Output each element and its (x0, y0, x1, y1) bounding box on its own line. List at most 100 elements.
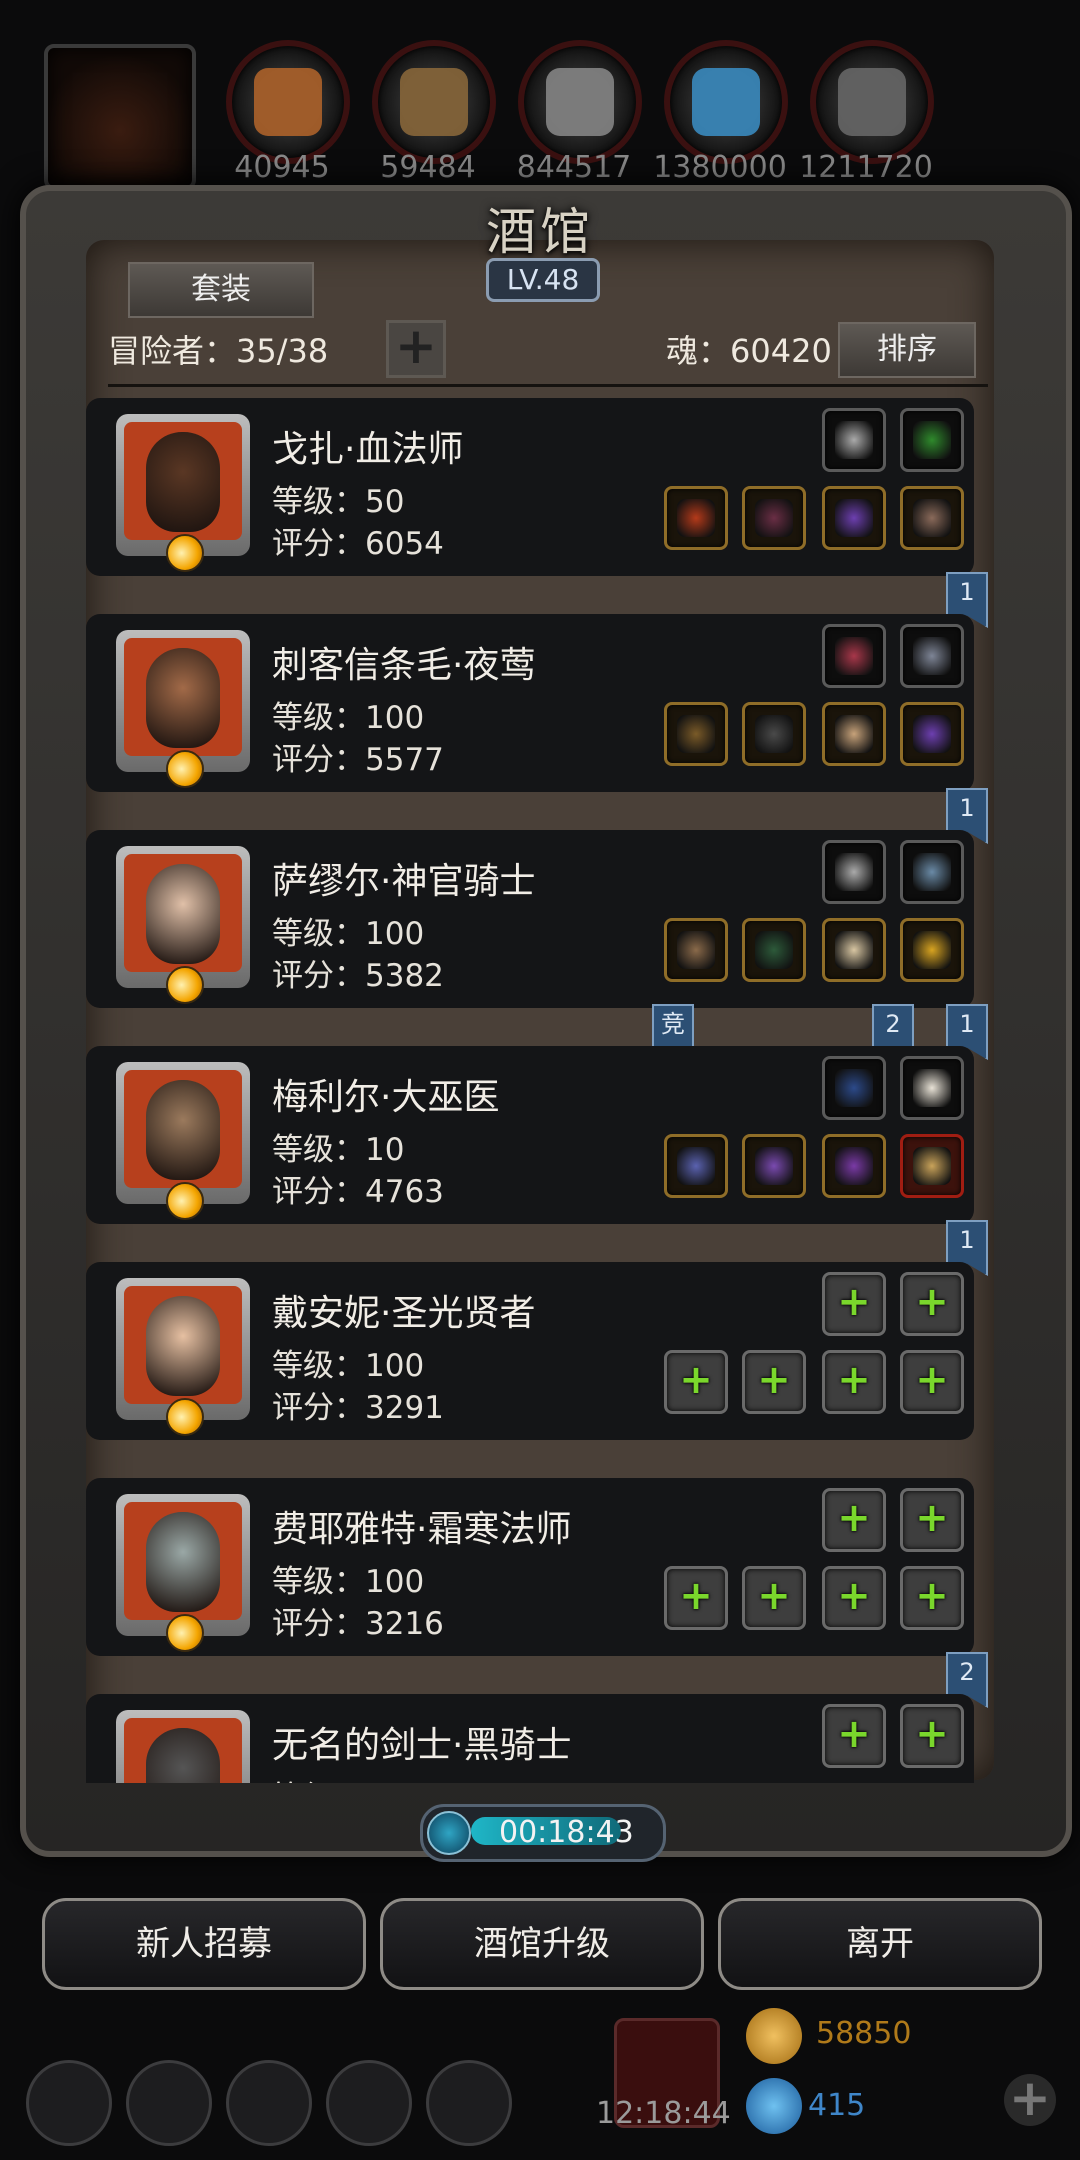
hero-portrait[interactable] (116, 1494, 250, 1652)
hero-level: 等级：10 (272, 1132, 405, 1168)
add-equipment-slot[interactable]: + (822, 1272, 886, 1336)
necklace-icon (913, 853, 951, 891)
equipment-slot[interactable] (900, 918, 964, 982)
hero-score: 评分：3216 (272, 1606, 444, 1642)
wood-icon (372, 40, 496, 164)
add-adventurer-slot-button[interactable]: + (386, 320, 446, 378)
equipment-slot[interactable] (900, 486, 964, 550)
upgrade-tavern-button[interactable]: 酒馆升级 (380, 1898, 704, 1990)
gold-ring-icon (913, 931, 951, 969)
whip-icon (835, 1069, 873, 1107)
equipment-slot[interactable] (900, 624, 964, 688)
add-currency-button[interactable]: + (1004, 2073, 1056, 2126)
equipment-slot[interactable] (900, 840, 964, 904)
equipment-slot[interactable] (664, 702, 728, 766)
hero-row[interactable]: 戴安妮·圣光贤者 等级：100 评分：3291 + + + + + + (86, 1262, 974, 1440)
gem-icon (746, 2078, 802, 2134)
hero-row[interactable]: 无名的剑士·黑骑士等级 + + (86, 1694, 974, 1783)
wand-icon (677, 1147, 715, 1185)
sword-icon (835, 1147, 873, 1185)
hero-score: 评分：5382 (272, 958, 444, 994)
settings-icon[interactable] (26, 2060, 112, 2146)
equipment-slot[interactable] (664, 918, 728, 982)
hero-row[interactable]: 戈扎·血法师 等级：50 评分：6054 (86, 398, 974, 576)
hero-row[interactable]: 萨缪尔·神官骑士 等级：100 评分：5382 (86, 830, 974, 1008)
add-equipment-slot[interactable]: + (742, 1350, 806, 1414)
mail-icon[interactable] (326, 2060, 412, 2146)
add-icon: + (679, 1357, 713, 1403)
equipment-slot[interactable] (900, 408, 964, 472)
equipment-slot[interactable] (742, 702, 806, 766)
recruit-button[interactable]: 新人招募 (42, 1898, 366, 1990)
food-icon (226, 40, 350, 164)
set-button[interactable]: 套装 (128, 262, 314, 318)
hero-portrait[interactable] (116, 1278, 250, 1436)
equipment-slot[interactable] (742, 918, 806, 982)
equipment-slot[interactable] (900, 1134, 964, 1198)
add-icon: + (837, 1279, 871, 1325)
ring-icon (835, 499, 873, 537)
hero-portrait[interactable] (116, 846, 250, 1004)
hero-portrait[interactable] (116, 1062, 250, 1220)
resource-value: 1380000 (653, 150, 787, 185)
add-equipment-slot[interactable]: + (900, 1566, 964, 1630)
hero-name: 萨缪尔·神官骑士 (272, 861, 536, 902)
equipment-slot[interactable] (822, 702, 886, 766)
boots-icon (835, 637, 873, 675)
hero-portrait[interactable] (116, 630, 250, 788)
equipment-slot[interactable] (742, 486, 806, 550)
equipment-slot[interactable] (900, 702, 964, 766)
add-icon: + (915, 1357, 949, 1403)
add-equipment-slot[interactable]: + (822, 1704, 886, 1768)
equipment-slot[interactable] (822, 1134, 886, 1198)
guild-icon[interactable] (426, 2060, 512, 2146)
equipment-slot[interactable] (822, 486, 886, 550)
add-icon: + (915, 1573, 949, 1619)
equipment-slot[interactable] (742, 1134, 806, 1198)
add-equipment-slot[interactable]: + (900, 1350, 964, 1414)
hero-portrait[interactable] (116, 1710, 250, 1783)
hero-name: 无名的剑士·黑骑士 (272, 1725, 572, 1766)
orb-icon (913, 1147, 951, 1185)
hero-level: 等级：100 (272, 700, 425, 736)
add-equipment-slot[interactable]: + (822, 1566, 886, 1630)
equipment-slot[interactable] (822, 408, 886, 472)
add-equipment-slot[interactable]: + (664, 1566, 728, 1630)
equipment-slot[interactable] (664, 1134, 728, 1198)
hero-level: 等级：100 (272, 1564, 425, 1600)
equipment-slot[interactable] (822, 1056, 886, 1120)
add-equipment-slot[interactable]: + (822, 1350, 886, 1414)
equipment-slot[interactable] (822, 840, 886, 904)
sort-button[interactable]: 排序 (838, 322, 976, 378)
adventurer-count: 冒险者：35/38 (108, 332, 329, 370)
player-avatar[interactable] (44, 44, 196, 190)
add-icon: + (915, 1711, 949, 1757)
ring-icon (913, 715, 951, 753)
add-icon: + (757, 1573, 791, 1619)
soul-count: 魂：60420 (666, 332, 832, 370)
equipment-slot[interactable] (664, 486, 728, 550)
add-equipment-slot[interactable]: + (822, 1488, 886, 1552)
hero-row[interactable]: 费耶雅特·霜寒法师 等级：100 评分：3216 + + + + + + (86, 1478, 974, 1656)
hero-row[interactable]: 梅利尔·大巫医 等级：10 评分：4763 (86, 1046, 974, 1224)
add-equipment-slot[interactable]: + (742, 1566, 806, 1630)
equipment-slot[interactable] (900, 1056, 964, 1120)
hero-score: 评分：3291 (272, 1390, 444, 1426)
moon-icon (166, 1614, 204, 1652)
hero-icon[interactable] (226, 2060, 312, 2146)
add-equipment-slot[interactable]: + (900, 1704, 964, 1768)
resource-value: 1211720 (799, 150, 933, 185)
resource-value: 59484 (380, 150, 476, 185)
add-equipment-slot[interactable]: + (900, 1488, 964, 1552)
star-icon[interactable] (126, 2060, 212, 2146)
add-equipment-slot[interactable]: + (900, 1272, 964, 1336)
add-equipment-slot[interactable]: + (664, 1350, 728, 1414)
hero-row[interactable]: 刺客信条毛·夜莺 等级：100 评分：5577 (86, 614, 974, 792)
hero-level: 等级：100 (272, 1348, 425, 1384)
hero-list[interactable]: 戈扎·血法师 等级：50 评分：6054 1 刺客信条毛·夜莺 等级：100 评分：5577… (86, 398, 994, 1783)
equipment-slot[interactable] (822, 918, 886, 982)
moon-icon (166, 534, 204, 572)
hero-portrait[interactable] (116, 414, 250, 572)
equipment-slot[interactable] (822, 624, 886, 688)
leave-button[interactable]: 离开 (718, 1898, 1042, 1990)
